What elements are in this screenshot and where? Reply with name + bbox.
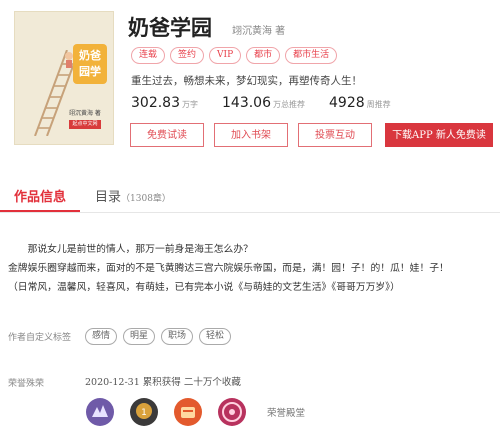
cover-badge: 起点中文网: [69, 120, 101, 129]
total-recommend-unit: 万总推荐: [273, 100, 305, 109]
word-count-unit: 万字: [182, 100, 198, 109]
weekly-recommend-unit: 周推荐: [366, 100, 391, 109]
honors-label: 荣誉殊荣: [8, 379, 45, 389]
vote-button[interactable]: 投票互动: [298, 123, 372, 147]
book-intro: 那说女儿是前世的情人，那万一前身是海王怎么办？ 金牌娱乐圈穿越而来，面对的不是飞…: [8, 240, 492, 297]
keyword-tag[interactable]: 感情: [85, 328, 118, 345]
intro-line: 那说女儿是前世的情人，那万一前身是海王怎么办？: [8, 244, 253, 255]
total-recommend: 143.06: [222, 95, 271, 111]
download-app-button[interactable]: 下载APP 新人免费读: [385, 123, 493, 147]
tag-category[interactable]: 都市: [246, 47, 281, 64]
tab-catalog[interactable]: 目录（1308章）: [95, 186, 171, 205]
cover-title: 奶爸 园学: [73, 44, 107, 84]
book-author[interactable]: 翊沉黄海 著: [232, 22, 285, 37]
keyword-tag[interactable]: 轻松: [199, 328, 232, 345]
free-trial-button[interactable]: 免费试读: [130, 123, 204, 147]
tag-subcategory[interactable]: 都市生活: [285, 47, 338, 64]
book-cover[interactable]: 奶爸 园学 翊沉黄海 著 起点中文网: [14, 11, 114, 145]
keyword-tags: 感情 明星 职场 轻松: [85, 328, 232, 345]
tag-signed: 签约: [170, 47, 205, 64]
book-stats: 302.83 万字 143.06 万总推荐 4928 周推荐: [131, 95, 415, 111]
book-slogan: 重生过去，畅想未来，梦幻现实，再塑传奇人生！: [131, 75, 362, 87]
tab-catalog-count: （1308章）: [121, 194, 171, 204]
tab-info[interactable]: 作品信息: [14, 186, 66, 205]
medal-icon[interactable]: [173, 397, 203, 427]
tag-vip: VIP: [209, 47, 242, 64]
honor-hall-link[interactable]: 荣誉殿堂: [267, 405, 305, 419]
honor-medals: 1 荣誉殿堂: [85, 397, 305, 427]
tag-status: 连载: [131, 47, 166, 64]
intro-line: （日常风，温馨风，轻喜风，有萌娃，已有完本小说《与萌娃的文艺生活》《哥哥万万岁》…: [8, 282, 400, 293]
medal-icon[interactable]: 1: [129, 397, 159, 427]
cover-author: 翊沉黄海 著: [69, 110, 101, 117]
tab-catalog-label: 目录: [95, 190, 122, 205]
add-shelf-button[interactable]: 加入书架: [214, 123, 288, 147]
svg-text:1: 1: [141, 408, 147, 418]
tab-bar: 作品信息 目录（1308章）: [0, 186, 500, 213]
honor-record: 2020-12-31 累积获得 二十万个收藏: [85, 377, 241, 388]
book-title: 奶爸学园: [128, 15, 212, 40]
weekly-recommend: 4928: [329, 95, 365, 111]
keywords-label: 作者自定义标签: [8, 333, 72, 343]
keyword-tag[interactable]: 职场: [161, 328, 194, 345]
medal-icon[interactable]: [85, 397, 115, 427]
word-count: 302.83: [131, 95, 180, 111]
keyword-tag[interactable]: 明星: [123, 328, 156, 345]
intro-line: 金牌娱乐圈穿越而来，面对的不是飞黄腾达三宫六院娱乐帝国，而是，满！园！子！的！瓜…: [8, 263, 449, 274]
tab-active-indicator: [0, 210, 80, 212]
book-tags: 连载 签约 VIP 都市 都市生活: [131, 47, 338, 64]
medal-icon[interactable]: [217, 397, 247, 427]
